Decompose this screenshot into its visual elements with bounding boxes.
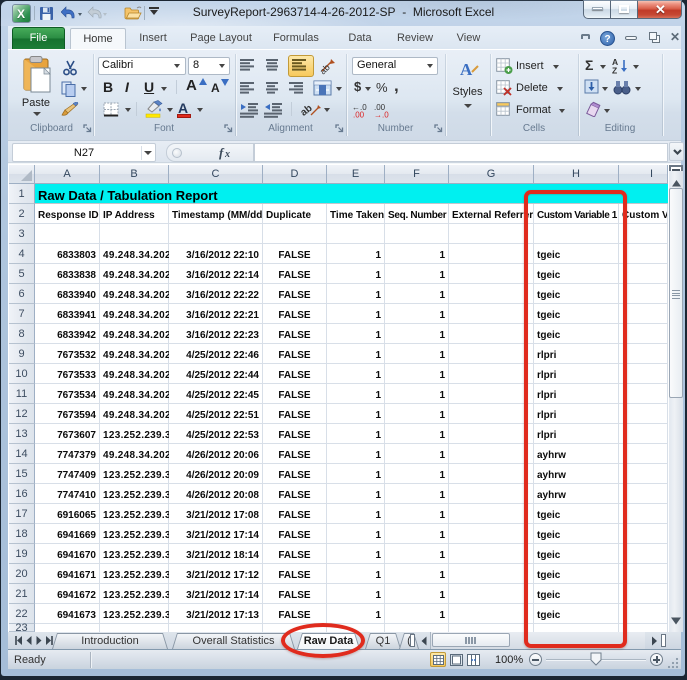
svg-text:ab: ab: [319, 62, 332, 75]
svg-text:.00: .00: [353, 111, 365, 119]
svg-text:A: A: [460, 60, 473, 79]
svg-text:ab: ab: [301, 103, 315, 119]
svg-text:→.0: →.0: [374, 111, 389, 119]
svg-text:Z: Z: [612, 66, 617, 75]
